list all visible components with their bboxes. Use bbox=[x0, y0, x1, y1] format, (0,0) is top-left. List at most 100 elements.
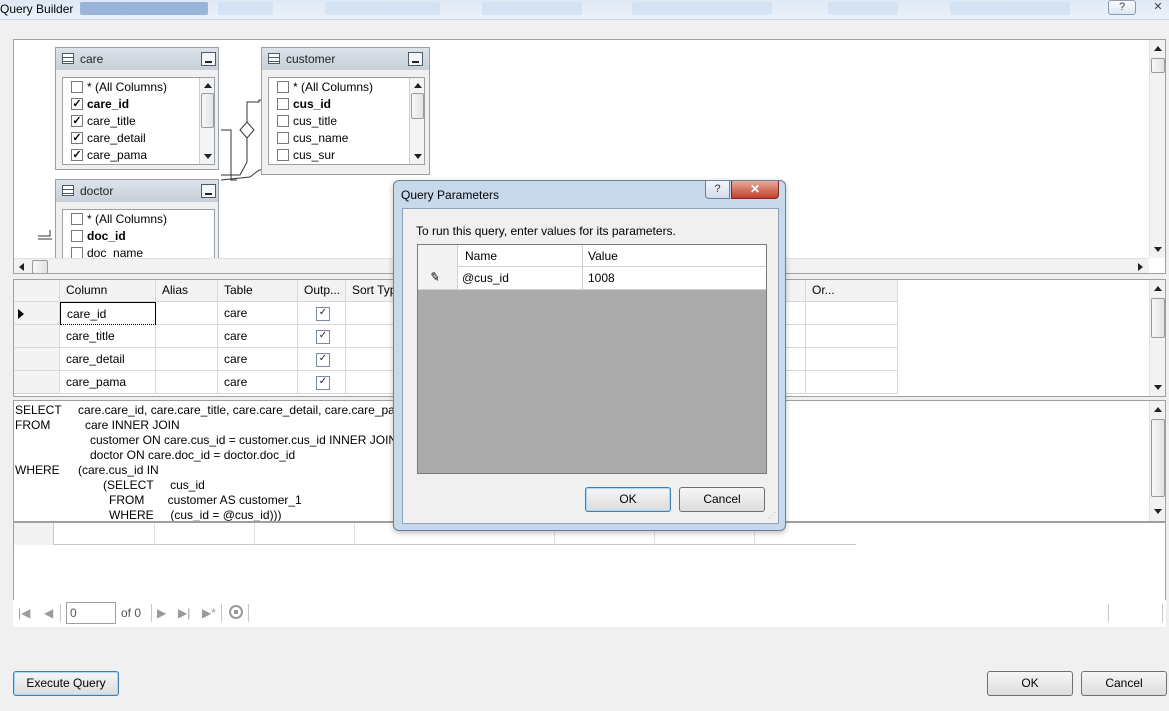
table-row-output[interactable]: ✓ bbox=[298, 302, 346, 325]
table-customer[interactable]: customer * (All Columns) cus_id cus_titl… bbox=[261, 47, 430, 175]
checkbox[interactable]: ✓ bbox=[71, 98, 83, 110]
scroll-thumb[interactable] bbox=[1151, 58, 1165, 73]
scroll-down-icon[interactable] bbox=[414, 154, 422, 159]
checkbox[interactable] bbox=[71, 81, 83, 93]
minimize-icon[interactable] bbox=[408, 52, 423, 66]
next-record-icon[interactable]: ▶ bbox=[157, 606, 166, 620]
checkbox[interactable] bbox=[277, 98, 289, 110]
output-checkbox[interactable]: ✓ bbox=[316, 376, 330, 390]
scroll-down-icon[interactable] bbox=[204, 154, 212, 159]
scroll-up-icon[interactable] bbox=[414, 83, 422, 88]
resize-grip-icon[interactable]: ⋰ bbox=[768, 512, 776, 520]
column-list-scrollbar[interactable] bbox=[409, 78, 424, 164]
checkbox[interactable] bbox=[71, 213, 83, 225]
record-position-input[interactable] bbox=[66, 602, 116, 624]
table-row-or[interactable] bbox=[806, 348, 898, 371]
column-header[interactable]: Column bbox=[60, 280, 156, 302]
table-row-alias[interactable] bbox=[156, 302, 218, 325]
grid-vertical-scrollbar[interactable] bbox=[1149, 280, 1165, 396]
dialog-help-button[interactable]: ? bbox=[705, 181, 730, 199]
column-list[interactable]: * (All Columns) ✓ care_id ✓ care_title ✓ ca… bbox=[62, 77, 215, 165]
stop-icon[interactable] bbox=[229, 605, 243, 619]
last-record-icon[interactable]: ▶| bbox=[178, 606, 190, 620]
table-row-or[interactable] bbox=[806, 325, 898, 348]
scroll-up-icon[interactable] bbox=[204, 83, 212, 88]
table-row-column[interactable]: care_id bbox=[60, 302, 156, 325]
checkbox[interactable] bbox=[277, 115, 289, 127]
checkbox[interactable] bbox=[71, 230, 83, 242]
scroll-thumb[interactable] bbox=[411, 93, 424, 119]
table-row-output[interactable]: ✓ bbox=[298, 348, 346, 371]
parameters-grid[interactable]: Name Value ✎ @cus_id 1008 bbox=[417, 244, 767, 474]
table-row-output[interactable]: ✓ bbox=[298, 371, 346, 394]
output-checkbox[interactable]: ✓ bbox=[316, 307, 330, 321]
output-checkbox[interactable]: ✓ bbox=[316, 330, 330, 344]
previous-record-icon[interactable]: ◀ bbox=[44, 606, 53, 620]
checkbox[interactable] bbox=[277, 132, 289, 144]
scroll-thumb[interactable] bbox=[201, 93, 214, 128]
scroll-down-icon[interactable] bbox=[1154, 247, 1162, 252]
table-row-table[interactable]: care bbox=[218, 302, 298, 325]
first-record-icon[interactable]: |◀ bbox=[18, 606, 30, 620]
scroll-thumb[interactable] bbox=[1151, 419, 1165, 497]
output-checkbox[interactable]: ✓ bbox=[316, 353, 330, 367]
close-button[interactable]: ✕ bbox=[1148, 0, 1168, 15]
name-column-header[interactable]: Name bbox=[465, 249, 497, 263]
scroll-down-icon[interactable] bbox=[1154, 509, 1162, 514]
column-list[interactable]: * (All Columns) cus_id cus_title cus_nam… bbox=[268, 77, 425, 165]
new-record-icon[interactable]: ▶* bbox=[202, 606, 216, 620]
scroll-down-icon[interactable] bbox=[1154, 385, 1162, 390]
minimize-icon[interactable] bbox=[201, 52, 216, 66]
row-selector[interactable] bbox=[14, 371, 60, 394]
diagram-vertical-scrollbar[interactable] bbox=[1149, 40, 1165, 258]
table-row-alias[interactable] bbox=[156, 371, 218, 394]
table-header[interactable]: doctor bbox=[56, 180, 218, 202]
table-row-column[interactable]: care_title bbox=[60, 325, 156, 348]
minimize-icon[interactable] bbox=[201, 184, 216, 198]
sql-vertical-scrollbar[interactable] bbox=[1149, 401, 1165, 521]
table-care[interactable]: care * (All Columns) ✓ care_id ✓ care_titl… bbox=[55, 47, 219, 170]
table-row-output[interactable]: ✓ bbox=[298, 325, 346, 348]
table-row-alias[interactable] bbox=[156, 325, 218, 348]
scroll-thumb[interactable] bbox=[32, 260, 48, 273]
column-list-scrollbar[interactable] bbox=[199, 78, 214, 164]
table-header[interactable]: care bbox=[56, 48, 218, 70]
row-selector[interactable] bbox=[14, 302, 60, 325]
scroll-up-icon[interactable] bbox=[1154, 46, 1162, 51]
scroll-up-icon[interactable] bbox=[1154, 407, 1162, 412]
checkbox[interactable]: ✓ bbox=[71, 115, 83, 127]
scroll-right-icon[interactable] bbox=[1138, 263, 1143, 271]
table-row-table[interactable]: care bbox=[218, 371, 298, 394]
cancel-button[interactable]: Cancel bbox=[1081, 671, 1167, 696]
execute-query-button[interactable]: Execute Query bbox=[13, 671, 119, 696]
scroll-thumb[interactable] bbox=[1151, 298, 1165, 338]
column-header[interactable]: Outp... bbox=[298, 280, 346, 302]
table-row-table[interactable]: care bbox=[218, 325, 298, 348]
column-header[interactable]: Or... bbox=[806, 280, 898, 302]
help-button[interactable]: ? bbox=[1108, 0, 1136, 15]
table-row-table[interactable]: care bbox=[218, 348, 298, 371]
scroll-left-icon[interactable] bbox=[19, 263, 24, 271]
checkbox[interactable]: ✓ bbox=[71, 149, 83, 161]
scroll-up-icon[interactable] bbox=[1154, 286, 1162, 291]
table-row-or[interactable] bbox=[806, 302, 898, 325]
column-header[interactable]: Table bbox=[218, 280, 298, 302]
dialog-ok-button[interactable]: OK bbox=[585, 487, 671, 512]
table-row-alias[interactable] bbox=[156, 348, 218, 371]
table-row-or[interactable] bbox=[806, 371, 898, 394]
table-row-column[interactable]: care_detail bbox=[60, 348, 156, 371]
table-row-column[interactable]: care_pama bbox=[60, 371, 156, 394]
column-header[interactable]: Alias bbox=[156, 280, 218, 302]
dialog-cancel-button[interactable]: Cancel bbox=[679, 487, 765, 512]
checkbox[interactable] bbox=[277, 149, 289, 161]
checkbox[interactable] bbox=[277, 81, 289, 93]
checkbox[interactable]: ✓ bbox=[71, 132, 83, 144]
parameter-value[interactable]: 1008 bbox=[588, 271, 615, 285]
ok-button[interactable]: OK bbox=[987, 671, 1073, 696]
row-selector[interactable] bbox=[14, 348, 60, 371]
parameter-row[interactable]: ✎ @cus_id 1008 bbox=[418, 267, 766, 290]
row-selector[interactable] bbox=[14, 325, 60, 348]
value-column-header[interactable]: Value bbox=[588, 249, 618, 263]
dialog-close-button[interactable]: ✕ bbox=[731, 181, 779, 199]
row-selector[interactable]: ✎ bbox=[418, 267, 458, 289]
